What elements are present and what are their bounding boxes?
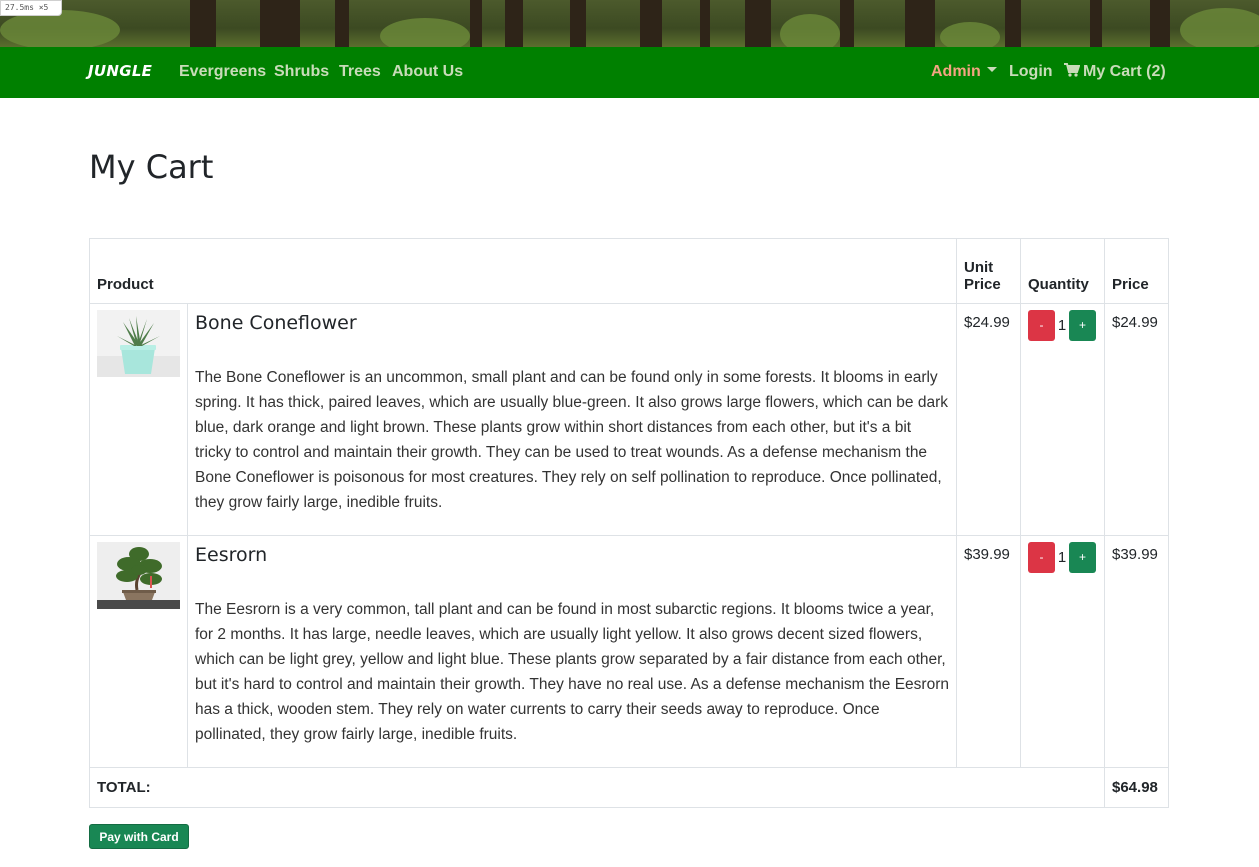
- product-info-cell: Bone Coneflower The Bone Coneflower is a…: [187, 303, 957, 536]
- cart-table: Product Unit Price Quantity Price Bone C…: [89, 238, 1169, 808]
- decrease-quantity-button[interactable]: -: [1028, 542, 1055, 573]
- table-header-row: Product Unit Price Quantity Price: [89, 238, 1169, 304]
- header-product: Product: [89, 238, 957, 304]
- product-description: The Eesrorn is a very common, tall plant…: [195, 601, 949, 743]
- quantity-stepper: -1 +: [1020, 303, 1105, 536]
- pay-with-card-button[interactable]: Pay with Card: [89, 824, 189, 849]
- quantity-value: 1: [1057, 549, 1067, 566]
- increase-quantity-button[interactable]: +: [1069, 310, 1096, 341]
- table-row: Bone Coneflower The Bone Coneflower is a…: [89, 303, 1169, 536]
- brand-logo[interactable]: JUNGLE: [88, 62, 152, 80]
- quantity-stepper: -1 +: [1020, 535, 1105, 768]
- product-info-cell: Eesrorn The Eesrorn is a very common, ta…: [187, 535, 957, 768]
- total-row: TOTAL: $64.98: [89, 767, 1169, 808]
- forest-banner: [0, 0, 1259, 47]
- total-label: TOTAL:: [89, 767, 1105, 808]
- nav-link-about-us[interactable]: About Us: [392, 63, 463, 81]
- unit-price: $24.99: [956, 303, 1021, 536]
- total-value: $64.98: [1104, 767, 1169, 808]
- header-quantity: Quantity: [1020, 238, 1105, 304]
- decrease-quantity-button[interactable]: -: [1028, 310, 1055, 341]
- product-description: The Bone Coneflower is an uncommon, smal…: [195, 369, 948, 511]
- header-unit-price: Unit Price: [956, 238, 1021, 304]
- page-title: My Cart: [89, 148, 214, 186]
- nav-link-trees[interactable]: Trees: [339, 63, 381, 81]
- perf-badge: 27.5ms ×5: [0, 0, 62, 16]
- login-link[interactable]: Login: [1009, 63, 1053, 81]
- nav-link-evergreens[interactable]: Evergreens: [179, 63, 266, 81]
- product-image-cell: [89, 303, 188, 536]
- line-price: $39.99: [1104, 535, 1169, 768]
- product-image-succulent: [97, 310, 180, 377]
- cart-link[interactable]: My Cart (2): [1064, 62, 1166, 81]
- admin-dropdown[interactable]: Admin: [931, 63, 997, 81]
- product-name: Bone Coneflower: [195, 312, 357, 334]
- chevron-down-icon: [986, 67, 997, 73]
- quantity-value: 1: [1057, 317, 1067, 334]
- product-image-cell: [89, 535, 188, 768]
- shopping-cart-icon: [1064, 62, 1080, 77]
- product-name: Eesrorn: [195, 544, 268, 566]
- admin-label: Admin: [931, 63, 981, 80]
- unit-price: $39.99: [956, 535, 1021, 768]
- cart-label: My Cart (2): [1083, 63, 1166, 80]
- increase-quantity-button[interactable]: +: [1069, 542, 1096, 573]
- nav-link-shrubs[interactable]: Shrubs: [274, 63, 329, 81]
- product-image-bonsai: [97, 542, 180, 609]
- table-row: Eesrorn The Eesrorn is a very common, ta…: [89, 535, 1169, 768]
- navbar: JUNGLE Evergreens Shrubs Trees About Us …: [0, 47, 1259, 98]
- header-price: Price: [1104, 238, 1169, 304]
- line-price: $24.99: [1104, 303, 1169, 536]
